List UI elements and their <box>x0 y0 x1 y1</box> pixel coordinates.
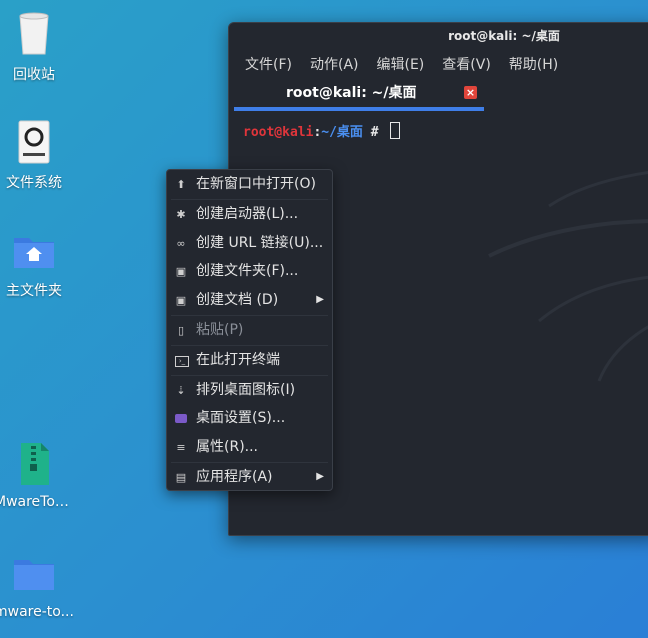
menu-item-label: 创建文档 (D) <box>196 292 279 309</box>
menu-item-label: 应用程序(A) <box>196 468 273 485</box>
menu-item-create-document[interactable]: ▣ 创建文档 (D) ▶ <box>167 286 332 315</box>
desktop-icon-label: 回收站 <box>13 67 55 83</box>
menu-item-create-launcher[interactable]: ✱ 创建启动器(L)... <box>167 200 332 229</box>
desktop-settings-icon <box>175 414 187 424</box>
submenu-arrow-icon: ▶ <box>316 470 324 482</box>
desktop-icon-label: 文件系统 <box>6 175 62 191</box>
desktop-context-menu: ⬆ 在新窗口中打开(O) ✱ 创建启动器(L)... ∞ 创建 URL 链接(U… <box>166 169 333 491</box>
menu-item-label: 粘贴(P) <box>196 321 244 338</box>
folder-icon <box>10 550 58 598</box>
menu-item-label: 桌面设置(S)... <box>196 410 286 427</box>
menu-item-desktop-settings[interactable]: 桌面设置(S)... <box>167 404 332 433</box>
window-title: root@kali: ~/桌面 <box>448 29 560 43</box>
upload-icon: ⬆ <box>176 178 186 191</box>
menu-help[interactable]: 帮助(H) <box>509 54 558 74</box>
desktop-icon-vmwaretools-archive[interactable]: MwareToo... <box>0 440 74 510</box>
menu-view[interactable]: 查看(V) <box>442 54 491 74</box>
applications-icon: ▤ <box>175 470 187 484</box>
menu-item-paste: ▯ 粘贴(P) <box>167 316 332 345</box>
menu-item-label: 在此打开终端 <box>196 351 280 368</box>
desktop-icon-trash[interactable]: 回收站 <box>0 10 74 84</box>
desktop-icon-label: 主文件夹 <box>6 283 62 299</box>
terminal-tab[interactable]: root@kali: ~/桌面 × <box>234 79 484 111</box>
menu-item-label: 创建启动器(L)... <box>196 205 299 222</box>
terminal-menubar: 文件(F) 动作(A) 编辑(E) 查看(V) 帮助(H) <box>229 49 648 79</box>
close-tab-icon[interactable]: × <box>464 86 477 99</box>
menu-item-label: 创建 URL 链接(U)... <box>196 234 324 251</box>
terminal-icon: ›_ <box>175 355 189 367</box>
menu-actions[interactable]: 动作(A) <box>310 54 359 74</box>
drive-icon <box>10 118 58 166</box>
menu-item-label: 创建文件夹(F)... <box>196 263 299 280</box>
trash-icon <box>10 10 58 58</box>
menu-item-open-new-window[interactable]: ⬆ 在新窗口中打开(O) <box>167 170 332 199</box>
tab-label: root@kali: ~/桌面 <box>286 85 417 101</box>
home-folder-icon <box>10 226 58 274</box>
menu-item-label: 属性(R)... <box>196 439 259 456</box>
tab-bar: root@kali: ~/桌面 × <box>229 79 648 111</box>
new-document-icon: ▣ <box>175 294 187 308</box>
paste-icon: ▯ <box>177 323 185 337</box>
submenu-arrow-icon: ▶ <box>316 294 324 306</box>
arrange-icon: ⇣ <box>176 383 186 397</box>
menu-item-open-terminal-here[interactable]: ›_ 在此打开终端 <box>167 346 332 375</box>
menu-item-create-folder[interactable]: ▣ 创建文件夹(F)... <box>167 257 332 286</box>
menu-item-label: 在新窗口中打开(O) <box>196 176 316 192</box>
desktop-icon-home[interactable]: 主文件夹 <box>0 226 74 300</box>
menu-item-properties[interactable]: ≡ 属性(R)... <box>167 433 332 462</box>
desktop-icon-vmware-folder[interactable]: mware-to... <box>0 550 74 620</box>
link-icon: ∞ <box>176 236 186 250</box>
menu-file[interactable]: 文件(F) <box>245 54 292 74</box>
menu-item-create-url-link[interactable]: ∞ 创建 URL 链接(U)... <box>167 229 332 258</box>
gear-icon: ✱ <box>176 207 186 221</box>
properties-icon: ≡ <box>176 441 186 455</box>
archive-file-icon <box>10 440 58 488</box>
desktop-icon-filesystem[interactable]: 文件系统 <box>0 118 74 192</box>
menu-item-arrange-icons[interactable]: ⇣ 排列桌面图标(I) <box>167 376 332 405</box>
new-folder-icon: ▣ <box>175 265 187 279</box>
menu-item-label: 排列桌面图标(I) <box>196 381 296 398</box>
menu-item-applications[interactable]: ▤ 应用程序(A) ▶ <box>167 463 332 492</box>
desktop-icon-label: MwareToo... <box>0 494 74 510</box>
menu-edit[interactable]: 编辑(E) <box>377 54 425 74</box>
desktop-icon-label: mware-to... <box>0 604 74 620</box>
